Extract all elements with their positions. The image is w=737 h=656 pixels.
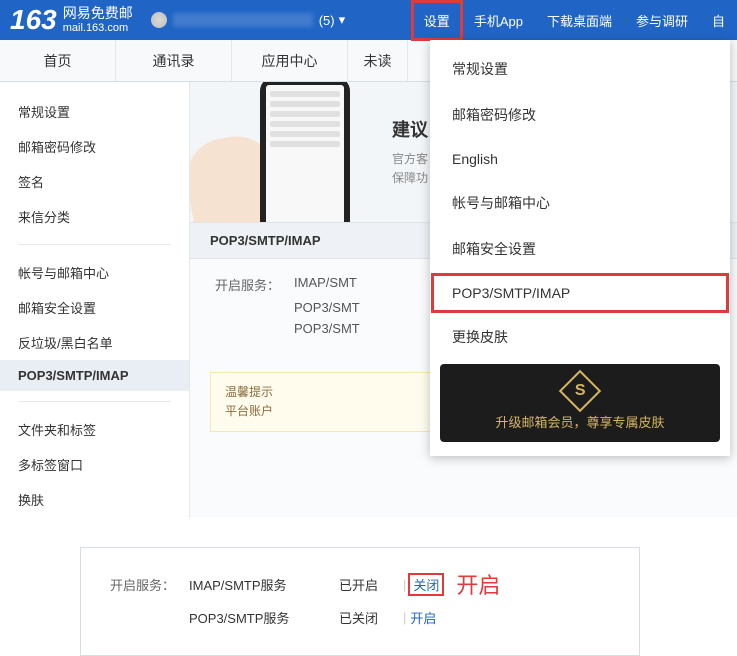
topnav-settings[interactable]: 设置 bbox=[412, 1, 462, 40]
bp-row2-name: POP3/SMTP服务 bbox=[189, 608, 339, 627]
bp-row1-status: 已开启 bbox=[339, 575, 399, 594]
topnav-self[interactable]: 自 bbox=[700, 1, 727, 40]
settings-dropdown-menu: 常规设置 邮箱密码修改 English 帐号与邮箱中心 邮箱安全设置 POP3/… bbox=[430, 40, 730, 456]
user-dropdown-caret[interactable]: ▾ bbox=[339, 12, 346, 28]
sidebar-item-signature[interactable]: 签名 bbox=[0, 164, 189, 199]
bp-row1-name: IMAP/SMTP服务 bbox=[189, 575, 339, 594]
menu-item-security[interactable]: 邮箱安全设置 bbox=[430, 226, 730, 272]
pipe-separator-2: | bbox=[403, 610, 406, 625]
banner-sub1: 官方客 bbox=[392, 150, 428, 169]
user-email-blurred[interactable] bbox=[173, 13, 313, 27]
promo-text: 升级邮箱会员，尊享专属皮肤 bbox=[495, 412, 664, 431]
sidebar-item-folders[interactable]: 文件夹和标签 bbox=[0, 412, 189, 447]
sidebar-separator-1 bbox=[18, 244, 171, 245]
menu-item-general[interactable]: 常规设置 bbox=[430, 46, 730, 92]
tab-app-center[interactable]: 应用中心 bbox=[232, 40, 348, 81]
sidebar-item-account-center[interactable]: 帐号与邮箱中心 bbox=[0, 255, 189, 290]
tab-home[interactable]: 首页 bbox=[0, 40, 116, 81]
sidebar-item-general[interactable]: 常规设置 bbox=[0, 94, 189, 129]
service-line-3: POP3/SMT bbox=[294, 321, 360, 340]
bp-row1-action[interactable]: 关闭 bbox=[410, 575, 442, 594]
bp-label: 开启服务： bbox=[105, 575, 175, 594]
phone-illustration bbox=[210, 82, 380, 222]
sidebar-item-security[interactable]: 邮箱安全设置 bbox=[0, 290, 189, 325]
coin-icon[interactable] bbox=[151, 12, 167, 28]
user-count: (5) bbox=[319, 13, 335, 28]
top-bar: 163 网易免费邮 mail.163.com (5) ▾ 设置 手机App 下载… bbox=[0, 0, 737, 40]
sidebar-item-skin[interactable]: 换肤 bbox=[0, 482, 189, 517]
menu-item-password[interactable]: 邮箱密码修改 bbox=[430, 92, 730, 138]
banner-text: 建议 官方客 保障功 bbox=[392, 116, 428, 188]
sidebar-separator-2 bbox=[18, 401, 171, 402]
menu-item-account-center[interactable]: 帐号与邮箱中心 bbox=[430, 180, 730, 226]
bottom-panel: 开启服务： IMAP/SMTP服务 已开启 | 关闭 开启 POP3/SMTP服… bbox=[80, 547, 640, 656]
menu-item-skin[interactable]: 更换皮肤 bbox=[430, 314, 730, 360]
sidebar: 常规设置 邮箱密码修改 签名 来信分类 帐号与邮箱中心 邮箱安全设置 反垃圾/黑… bbox=[0, 82, 190, 517]
promo-diamond-icon: S bbox=[559, 369, 601, 411]
service-line-2: POP3/SMT bbox=[294, 300, 360, 315]
service-line-1: IMAP/SMT bbox=[294, 275, 357, 294]
logo-domain: mail.163.com bbox=[63, 22, 133, 34]
annotation-open: 开启 bbox=[456, 568, 500, 600]
bp-row2-action[interactable]: 开启 bbox=[410, 608, 436, 627]
tip-line1-prefix: 温馨提示 bbox=[225, 385, 273, 399]
menu-item-pop3[interactable]: POP3/SMTP/IMAP bbox=[430, 272, 730, 314]
menu-promo[interactable]: S 升级邮箱会员，尊享专属皮肤 bbox=[440, 364, 720, 442]
topnav-download-desktop[interactable]: 下载桌面端 bbox=[535, 1, 624, 40]
bp-row2-status: 已关闭 bbox=[339, 608, 399, 627]
sidebar-item-mail-sort[interactable]: 来信分类 bbox=[0, 199, 189, 234]
logo-cn: 网易免费邮 bbox=[63, 6, 133, 21]
tab-contacts[interactable]: 通讯录 bbox=[116, 40, 232, 81]
logo-block[interactable]: 163 网易免费邮 mail.163.com bbox=[10, 4, 133, 36]
menu-item-english[interactable]: English bbox=[430, 138, 730, 180]
topnav-mobile-app[interactable]: 手机App bbox=[462, 1, 535, 40]
sidebar-item-multi-tab[interactable]: 多标签窗口 bbox=[0, 447, 189, 482]
pipe-separator: | bbox=[403, 577, 406, 592]
banner-sub2: 保障功 bbox=[392, 169, 428, 188]
service-label: 开启服务： bbox=[210, 275, 280, 294]
logo-163: 163 bbox=[10, 4, 57, 36]
top-nav: 设置 手机App 下载桌面端 参与调研 自 bbox=[412, 1, 727, 40]
sidebar-item-antispam[interactable]: 反垃圾/黑白名单 bbox=[0, 325, 189, 360]
banner-title: 建议 bbox=[392, 116, 428, 142]
topnav-survey[interactable]: 参与调研 bbox=[624, 1, 700, 40]
tab-unread[interactable]: 未读 bbox=[348, 40, 408, 81]
sidebar-item-password[interactable]: 邮箱密码修改 bbox=[0, 129, 189, 164]
logo-subtitle: 网易免费邮 mail.163.com bbox=[63, 6, 133, 33]
sidebar-item-pop3[interactable]: POP3/SMTP/IMAP bbox=[0, 360, 189, 391]
